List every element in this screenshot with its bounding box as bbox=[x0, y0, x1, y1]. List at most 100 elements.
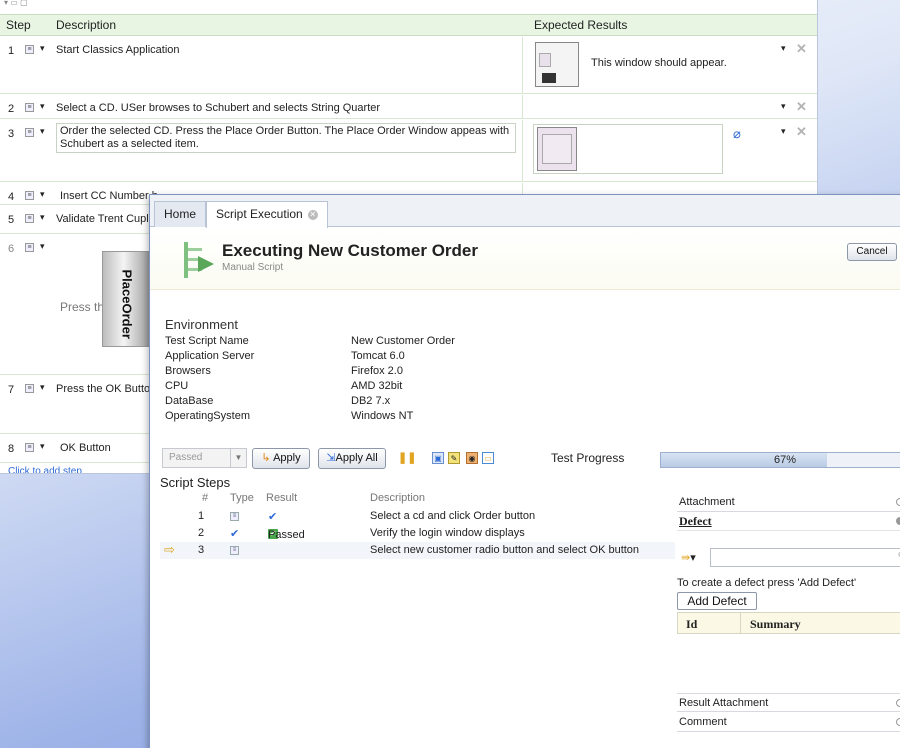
row-number: 3 bbox=[8, 128, 15, 140]
step-type-icon[interactable]: ≡ bbox=[25, 45, 34, 54]
step-icon[interactable]: ▣ bbox=[432, 452, 444, 464]
window-icon[interactable]: ▭ bbox=[482, 452, 494, 464]
apply-all-button[interactable]: ⇲Apply All bbox=[318, 448, 386, 469]
env-key: CPU bbox=[165, 380, 189, 392]
editor-row-1[interactable]: 1 ≡ ▾ Start Classics Application This wi… bbox=[0, 37, 817, 94]
editor-row-2[interactable]: 2 ≡ ▾ Select a CD. USer browses to Schub… bbox=[0, 95, 817, 119]
row-menu-caret-icon[interactable]: ▾ bbox=[40, 189, 45, 200]
tab-script-execution-label: Script Execution bbox=[216, 207, 303, 221]
step-type-icon[interactable]: ≡ bbox=[25, 191, 34, 200]
script-step-row[interactable]: ⇨ 3 ≡ Select new customer radio button a… bbox=[160, 542, 675, 559]
apply-icon: ↳ bbox=[261, 452, 271, 464]
add-defect-button[interactable]: Add Defect bbox=[677, 592, 757, 610]
script-steps-title: Script Steps bbox=[160, 475, 231, 490]
step-num: 1 bbox=[198, 510, 205, 522]
env-value: New Customer Order bbox=[351, 335, 455, 347]
row-menu-caret-icon[interactable]: ▾ bbox=[40, 382, 45, 393]
row-number: 2 bbox=[8, 103, 15, 115]
row-description[interactable]: Select a CD. USer browses to Schubert an… bbox=[56, 102, 516, 115]
step-type-icon[interactable]: ≡ bbox=[25, 103, 34, 112]
delete-step-icon[interactable]: ✕ bbox=[796, 41, 807, 57]
expected-editor-box[interactable] bbox=[533, 124, 723, 174]
defect-section[interactable]: Defect bbox=[677, 512, 900, 531]
expected-menu-caret-icon[interactable]: ▾ bbox=[781, 126, 786, 137]
apply-all-icon: ⇲ bbox=[326, 452, 336, 464]
defect-label: Defect bbox=[679, 514, 712, 528]
defect-search-input[interactable]: ⚲ bbox=[710, 548, 900, 567]
row-number: 6 bbox=[8, 243, 15, 255]
row-description[interactable]: Start Classics Application bbox=[56, 44, 516, 57]
add-step-link[interactable]: Click to add step bbox=[8, 466, 82, 473]
step-type-icon[interactable]: ≡ bbox=[25, 243, 34, 252]
col-description: Description bbox=[56, 18, 117, 32]
result-attachment-section[interactable]: Result Attachment bbox=[677, 693, 900, 712]
progress-text: 67% bbox=[773, 454, 797, 466]
delete-step-icon[interactable]: ✕ bbox=[796, 99, 807, 115]
comment-label: Comment bbox=[679, 716, 727, 728]
col-type: Type bbox=[230, 492, 254, 504]
place-order-button-image: PlaceOrder bbox=[102, 251, 150, 347]
pause-icon[interactable]: ❚❚ bbox=[398, 452, 416, 464]
manual-step-icon: ≡ bbox=[230, 512, 239, 521]
cancel-button[interactable]: Cancel bbox=[847, 243, 897, 261]
env-value: Firefox 2.0 bbox=[351, 365, 403, 377]
defect-table-header: Id Summary bbox=[677, 612, 900, 634]
apply-button[interactable]: ↳ Apply bbox=[252, 448, 310, 469]
expand-icon[interactable] bbox=[896, 498, 900, 506]
tab-home[interactable]: Home bbox=[154, 201, 207, 227]
row-menu-caret-icon[interactable]: ▾ bbox=[40, 441, 45, 452]
note-icon[interactable]: ✎ bbox=[448, 452, 460, 464]
col-expected: Expected Results bbox=[534, 18, 628, 32]
apply-all-label: Apply All bbox=[335, 452, 378, 464]
tab-home-label: Home bbox=[164, 207, 197, 221]
expected-screenshot-thumbnail[interactable] bbox=[537, 127, 577, 171]
tab-script-execution[interactable]: Script Execution ✕ bbox=[206, 201, 328, 228]
script-step-row[interactable]: 1 ≡ ✔ Select a cd and click Order button bbox=[160, 508, 675, 525]
step-type-icon[interactable]: ≡ bbox=[25, 384, 34, 393]
camera-icon[interactable]: ◉ bbox=[466, 452, 478, 464]
defect-filter-dropdown[interactable]: ⇛▾ bbox=[681, 551, 696, 564]
delete-step-icon[interactable]: ✕ bbox=[796, 124, 807, 140]
script-step-row[interactable]: 2 ✔ ✔ Passed Verify the login window disp… bbox=[160, 525, 675, 542]
attachment-label: Attachment bbox=[679, 496, 735, 508]
row-expected[interactable] bbox=[522, 95, 817, 118]
col-summary: Summary bbox=[750, 617, 801, 631]
row-expected[interactable]: ⌀ bbox=[522, 120, 817, 181]
result-attachment-label: Result Attachment bbox=[679, 697, 769, 709]
step-type-icon[interactable]: ≡ bbox=[25, 443, 34, 452]
comment-section[interactable]: Comment bbox=[677, 713, 900, 732]
tab-bar: Home Script Execution ✕ bbox=[150, 195, 900, 228]
row-number: 8 bbox=[8, 443, 15, 455]
step-description: Verify the login window displays bbox=[370, 527, 525, 539]
row-menu-caret-icon[interactable]: ▾ bbox=[40, 212, 45, 223]
check-icon: ✔ bbox=[230, 528, 240, 540]
editor-row-3[interactable]: 3 ≡ ▾ Order the selected CD. Press the P… bbox=[0, 120, 817, 182]
manual-script-icon bbox=[184, 242, 214, 278]
environment-title: Environment bbox=[165, 317, 238, 332]
col-step: Step bbox=[6, 18, 31, 32]
manual-step-icon: ≡ bbox=[230, 546, 239, 555]
step-type-icon[interactable]: ≡ bbox=[25, 128, 34, 137]
attachment-clip-icon[interactable]: ⌀ bbox=[733, 126, 741, 142]
row-menu-caret-icon[interactable]: ▾ bbox=[40, 241, 45, 252]
step-num: 3 bbox=[198, 544, 205, 556]
row-description[interactable]: Order the selected CD. Press the Place O… bbox=[56, 123, 516, 153]
expand-icon[interactable] bbox=[896, 718, 900, 726]
step-type-icon[interactable]: ≡ bbox=[25, 214, 34, 223]
row-menu-caret-icon[interactable]: ▾ bbox=[40, 101, 45, 112]
chevron-down-icon[interactable]: ▼ bbox=[230, 449, 246, 467]
collapse-icon[interactable] bbox=[896, 517, 900, 525]
row-menu-caret-icon[interactable]: ▾ bbox=[40, 43, 45, 54]
close-tab-icon[interactable]: ✕ bbox=[307, 210, 318, 220]
expected-menu-caret-icon[interactable]: ▾ bbox=[781, 43, 786, 54]
row-expected[interactable]: This window should appear. bbox=[522, 37, 817, 93]
attachment-section[interactable]: Attachment bbox=[677, 493, 900, 512]
col-result: Result bbox=[266, 492, 298, 504]
expand-icon[interactable] bbox=[896, 699, 900, 707]
result-status-select[interactable]: Passed ▼ bbox=[162, 448, 247, 468]
row-menu-caret-icon[interactable]: ▾ bbox=[40, 126, 45, 137]
expected-menu-caret-icon[interactable]: ▾ bbox=[781, 101, 786, 112]
env-value: DB2 7.x bbox=[351, 395, 391, 407]
expected-screenshot-thumbnail[interactable] bbox=[535, 42, 579, 87]
step-num: 2 bbox=[198, 527, 205, 539]
